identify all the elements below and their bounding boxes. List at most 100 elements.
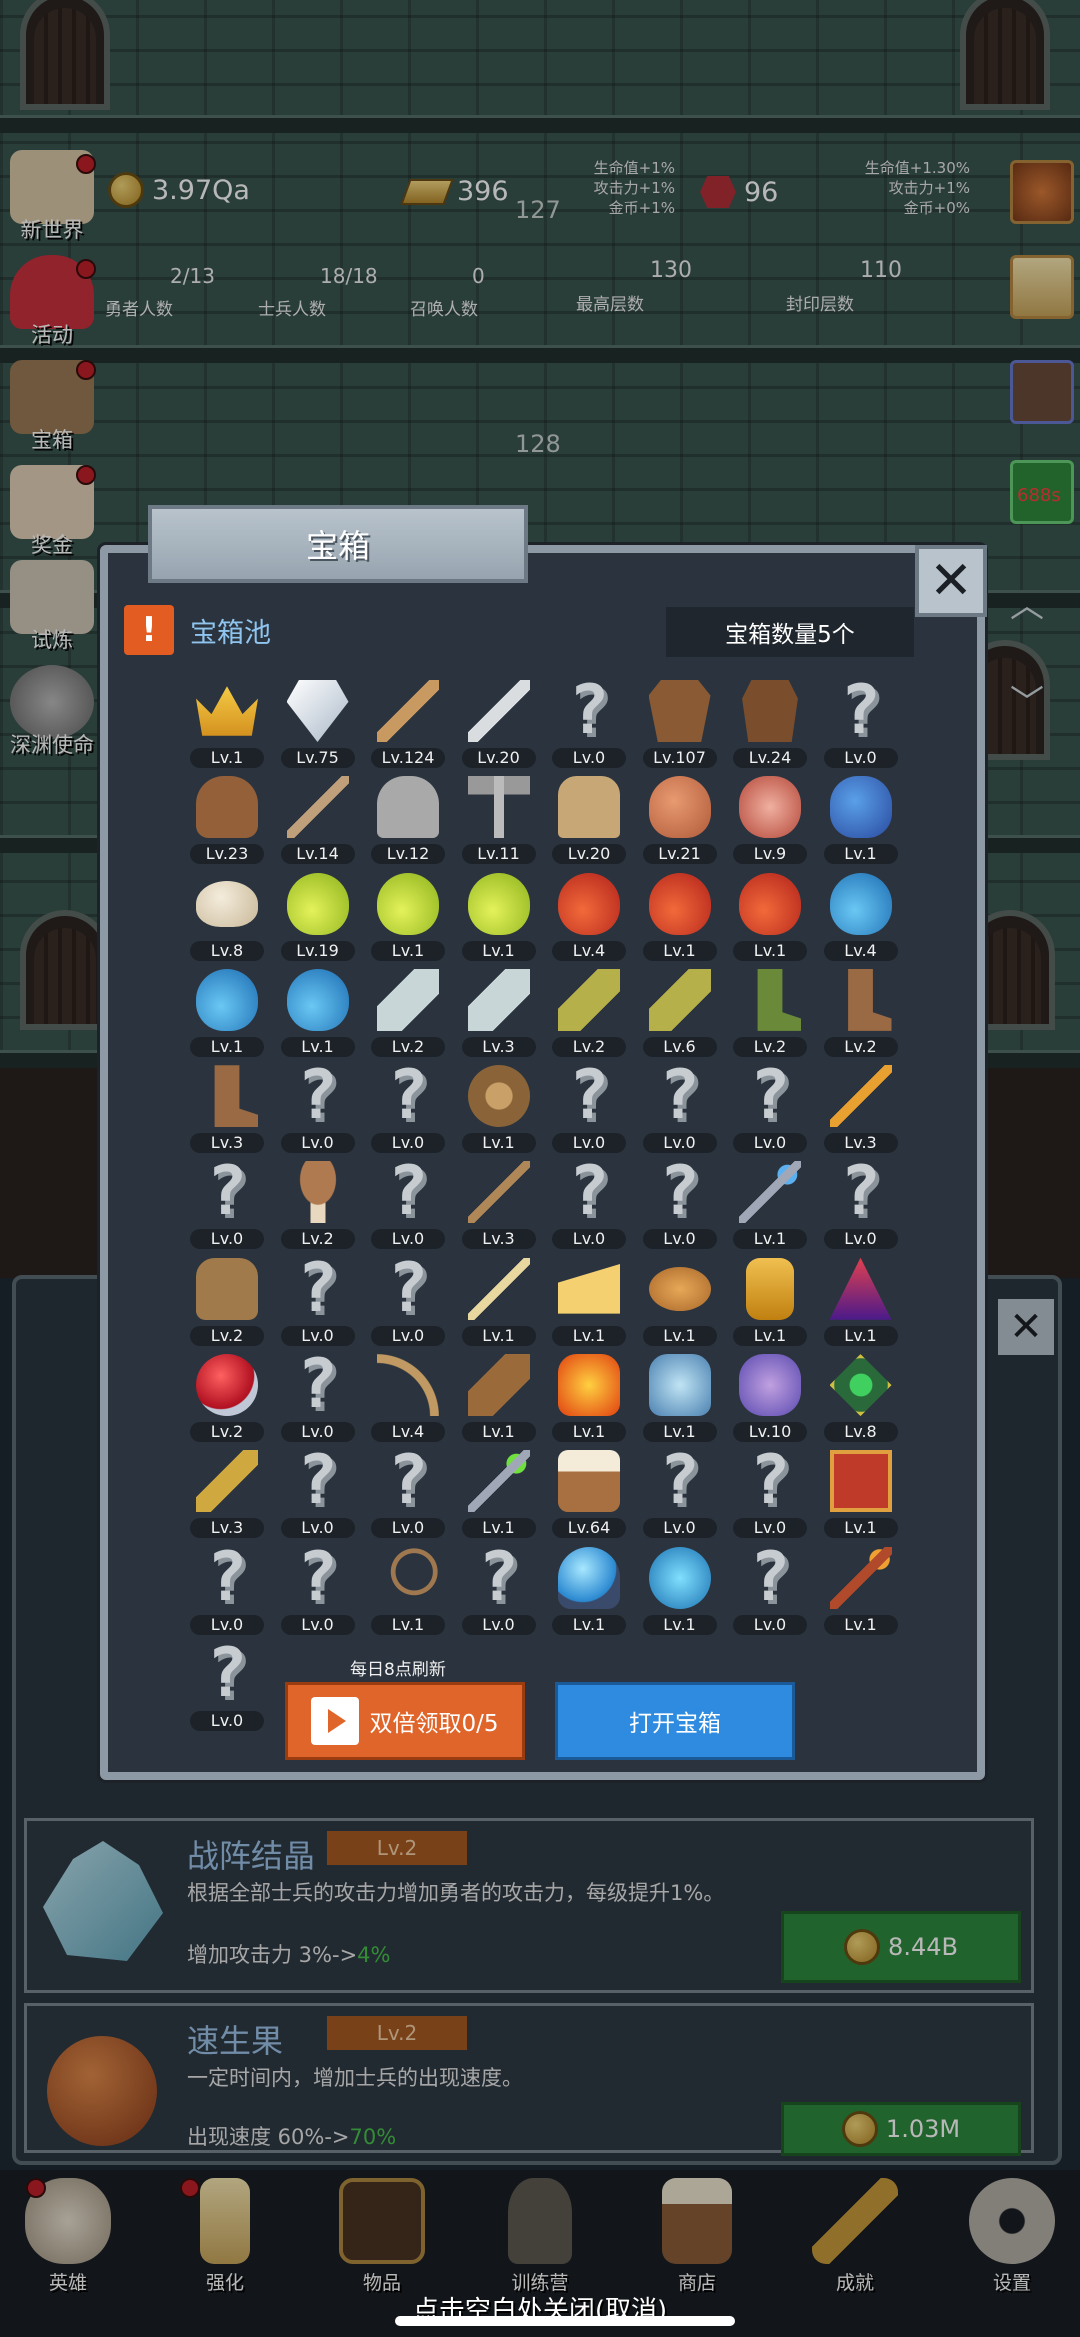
chest-pool-item[interactable]: ? Lv.0 [182,1153,272,1250]
chest-pool-item[interactable]: Lv.3 [454,1153,544,1250]
chest-pool-item[interactable]: Lv.2 [182,1346,272,1443]
chest-pool-item[interactable]: Lv.1 [454,1346,544,1443]
crystal-ball-icon [554,1545,624,1611]
chest-pool-item[interactable]: Lv.1 [725,865,815,961]
chest-pool-item[interactable]: ? Lv.0 [544,1153,634,1250]
chest-pool-item[interactable]: Lv.1 [635,1346,725,1443]
blue-potion-icon [283,967,353,1033]
chest-pool-item[interactable]: Lv.1 [454,1250,544,1346]
chest-pool-item[interactable]: Lv.1 [635,1539,725,1635]
chest-pool-item[interactable]: ? Lv.0 [816,672,906,768]
chest-pool-item[interactable]: Lv.2 [544,961,634,1057]
chest-pool-item[interactable]: ? Lv.0 [544,1057,634,1154]
double-claim-button[interactable]: 双倍领取0/5 [285,1682,525,1760]
chest-pool-item[interactable]: Lv.23 [182,768,272,865]
chest-pool-item[interactable]: Lv.20 [454,672,544,768]
chest-pool-item[interactable]: Lv.6 [635,961,725,1057]
chest-pool-item[interactable]: ? Lv.0 [454,1539,544,1635]
chest-pool-item[interactable]: Lv.1 [363,865,453,961]
rune-amulet-icon [826,1352,896,1418]
chest-pool-item[interactable]: Lv.1 [454,865,544,961]
open-chest-button[interactable]: 打开宝箱 [555,1682,795,1760]
item-level: Lv.20 [461,748,536,768]
home-indicator[interactable] [395,2316,735,2326]
chest-pool-item[interactable]: ? Lv.0 [725,1539,815,1635]
item-level: Lv.2 [733,1036,807,1057]
chest-pool-item[interactable]: Lv.3 [816,1057,906,1154]
chest-pool-item[interactable]: Lv.1 [363,1539,453,1635]
chest-pool-item[interactable]: Lv.8 [182,865,272,961]
chest-pool-item[interactable]: Lv.2 [182,1250,272,1346]
chest-pool-item[interactable]: Lv.1 [544,1346,634,1443]
chest-pool-item[interactable]: ? Lv.0 [182,1635,272,1731]
chest-pool-item[interactable]: Lv.2 [363,961,453,1057]
chest-pool-item[interactable]: Lv.1 [544,1539,634,1635]
chest-pool-item[interactable]: Lv.4 [363,1346,453,1443]
item-level: Lv.3 [461,1229,536,1250]
chest-pool-item[interactable]: Lv.2 [816,961,906,1057]
chest-pool-item[interactable]: Lv.1 [816,1539,906,1635]
chest-pool-item[interactable]: Lv.24 [725,672,815,768]
pie-icon [645,1256,715,1322]
chest-pool-item[interactable]: ? Lv.0 [273,1442,363,1539]
chest-pool-item[interactable]: ? Lv.0 [182,1539,272,1635]
chest-pool-item[interactable]: Lv.1 [816,1442,906,1539]
chest-pool-item[interactable]: Lv.64 [544,1442,634,1539]
chest-pool-item[interactable]: ? Lv.0 [635,1153,725,1250]
chest-pool-item[interactable]: ? Lv.0 [544,672,634,768]
chest-pool-item[interactable]: ? Lv.0 [816,1153,906,1250]
chest-pool-item[interactable]: Lv.1 [635,865,725,961]
chest-pool-item[interactable]: Lv.20 [544,768,634,865]
leather-helmet-icon [192,774,262,840]
chest-pool-item[interactable]: Lv.3 [182,1442,272,1539]
chest-pool-item[interactable]: ? Lv.0 [273,1346,363,1443]
chest-pool-item[interactable]: Lv.21 [635,768,725,865]
chest-pool-item[interactable]: ? Lv.0 [363,1153,453,1250]
chest-pool-item[interactable]: Lv.2 [273,1153,363,1250]
item-level: Lv.0 [823,1229,898,1250]
chest-pool-item[interactable]: Lv.75 [273,672,363,768]
chest-pool-item[interactable]: ? Lv.0 [725,1057,815,1154]
chest-pool-item[interactable]: Lv.124 [363,672,453,768]
unknown-icon: ? [297,1056,338,1136]
chest-pool-item[interactable]: Lv.12 [363,768,453,865]
close-icon[interactable]: ✕ [915,545,987,617]
chest-pool-item[interactable]: Lv.9 [725,768,815,865]
chest-pool-item[interactable]: Lv.107 [635,672,725,768]
chest-pool-item[interactable]: Lv.4 [816,865,906,961]
chest-pool-item[interactable]: ? Lv.0 [363,1057,453,1154]
chest-pool-item[interactable]: Lv.1 [182,961,272,1057]
chest-pool-item[interactable]: Lv.3 [454,961,544,1057]
chest-pool-item[interactable]: Lv.10 [725,1346,815,1443]
chest-pool-item[interactable]: Lv.2 [725,961,815,1057]
chest-pool-item[interactable]: Lv.1 [273,961,363,1057]
chest-pool-item[interactable]: Lv.19 [273,865,363,961]
chest-pool-item[interactable]: ? Lv.0 [363,1250,453,1346]
chest-pool-item[interactable]: ? Lv.0 [363,1442,453,1539]
chest-pool-item[interactable]: ? Lv.0 [635,1057,725,1154]
chest-pool-item[interactable]: ? Lv.0 [635,1442,725,1539]
chest-pool-item[interactable]: Lv.1 [816,768,906,865]
chest-pool-item[interactable]: Lv.1 [725,1250,815,1346]
chest-pool-item[interactable]: ? Lv.0 [273,1056,363,1154]
chest-pool-item[interactable]: Lv.1 [182,672,272,768]
chest-pool-item[interactable]: Lv.1 [816,1250,906,1346]
item-level: Lv.0 [190,1710,264,1731]
chest-pool-item[interactable]: Lv.8 [816,1346,906,1443]
chest-pool-item[interactable]: Lv.1 [454,1057,544,1154]
chest-pool-item[interactable]: ? Lv.0 [725,1442,815,1539]
warning-icon[interactable]: ! [124,605,174,655]
chest-pool-item[interactable]: Lv.1 [544,1250,634,1346]
chest-pool-item[interactable]: Lv.1 [725,1153,815,1250]
chest-pool-item[interactable]: Lv.14 [273,768,363,865]
chest-pool-item[interactable]: Lv.4 [544,865,634,961]
chest-pool-item[interactable]: ? Lv.0 [273,1539,363,1635]
open-chest-label: 打开宝箱 [629,1711,721,1737]
chest-pool-item[interactable]: Lv.3 [182,1057,272,1154]
chest-pool-item[interactable]: Lv.1 [635,1250,725,1346]
double-claim-label: 双倍领取0/5 [369,1711,499,1737]
chest-pool-item[interactable]: Lv.1 [454,1442,544,1539]
unknown-icon: ? [206,1633,248,1713]
chest-pool-item[interactable]: ? Lv.0 [273,1250,363,1346]
chest-pool-item[interactable]: Lv.11 [454,768,544,865]
